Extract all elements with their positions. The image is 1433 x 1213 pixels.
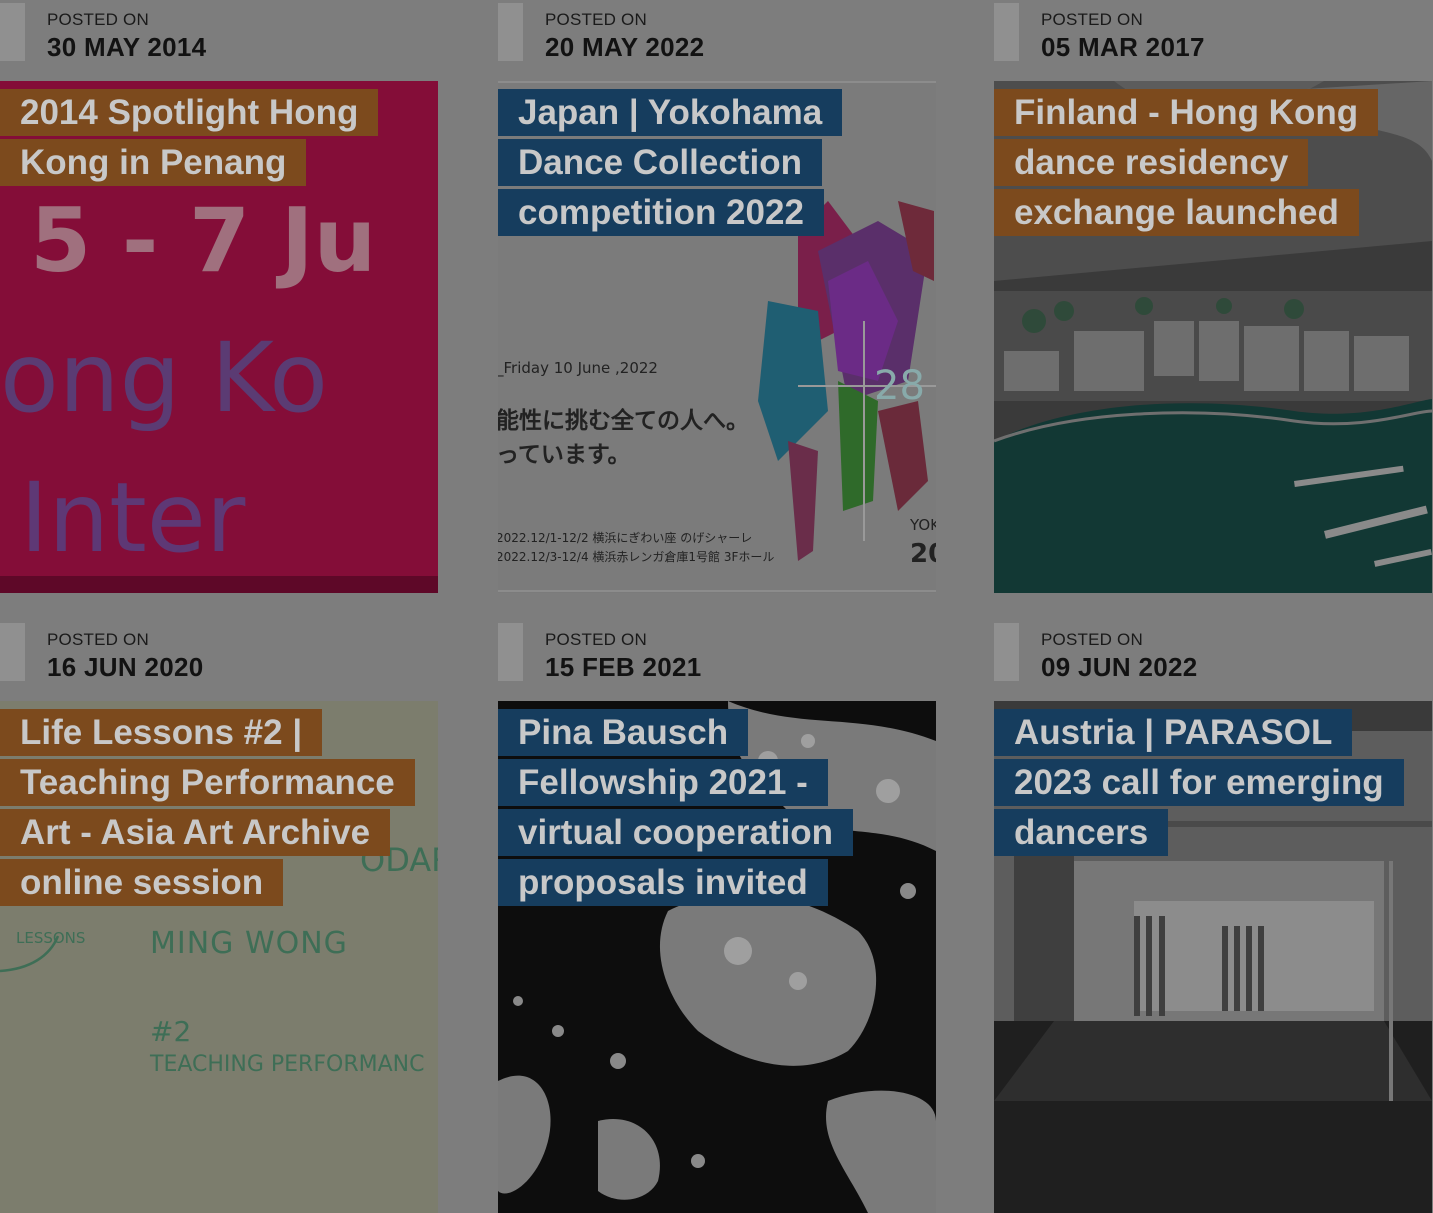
post-title[interactable]: Japan | Yokohama Dance Collection compet…	[498, 89, 843, 236]
post-meta: POSTED ON 20 MAY 2022	[498, 0, 936, 81]
date-accent-bar	[994, 623, 1019, 681]
poster-text: 20	[910, 539, 936, 569]
poster-text: YOK	[909, 516, 936, 534]
post-title[interactable]: Pina Bausch Fellowship 2021 - virtual co…	[498, 709, 854, 906]
poster-text: 28	[874, 363, 925, 409]
post-title-wrap: Finland - Hong Kong dance residency exch…	[994, 88, 1414, 238]
post-thumbnail[interactable]: LESSONS MING WONG #2 TEACHING PERFORMANC…	[0, 701, 438, 1213]
post-title-wrap: Japan | Yokohama Dance Collection compet…	[498, 88, 918, 238]
post-meta: POSTED ON 05 MAR 2017	[994, 0, 1432, 81]
post-date: 05 MAR 2017	[1041, 32, 1205, 62]
post-date: 20 MAY 2022	[545, 32, 705, 62]
post-card[interactable]: POSTED ON 09 JUN 2022 Austria | PARASOL …	[994, 620, 1432, 1213]
post-date: 30 MAY 2014	[47, 32, 207, 62]
post-date: 15 FEB 2021	[545, 652, 702, 682]
card-text: #2	[150, 1015, 191, 1048]
post-thumbnail[interactable]: 5 - 7 Ju ong Ko Inter 2014 Spotlight Hon…	[0, 81, 438, 593]
poster-text: 能性に挑む全ての人へ。	[498, 407, 749, 434]
poster-text: 2022.12/3-12/4 横浜赤レンガ倉庫1号館 3Fホール	[498, 549, 774, 564]
posted-on-label: POSTED ON	[47, 630, 149, 649]
post-thumbnail[interactable]: Finland - Hong Kong dance residency exch…	[994, 81, 1432, 593]
date-accent-bar	[498, 623, 523, 681]
post-meta: POSTED ON 15 FEB 2021	[498, 620, 936, 701]
posted-on-label: POSTED ON	[545, 10, 647, 29]
post-meta: POSTED ON 09 JUN 2022	[994, 620, 1432, 701]
post-title-wrap: Pina Bausch Fellowship 2021 - virtual co…	[498, 708, 918, 908]
post-thumbnail[interactable]: 28 _Friday 10 June ,2022 能性に挑む全ての人へ。 ってい…	[498, 81, 936, 593]
posted-on-label: POSTED ON	[1041, 10, 1143, 29]
post-card[interactable]: POSTED ON 20 MAY 2022 28 _Friday 10 June…	[498, 0, 936, 593]
card-text: LESSONS	[16, 929, 85, 947]
date-accent-bar	[994, 3, 1019, 61]
posted-on-label: POSTED ON	[1041, 630, 1143, 649]
card-text: TEACHING PERFORMANC	[149, 1052, 424, 1077]
date-accent-bar	[498, 3, 523, 61]
poster-text: Inter	[20, 462, 246, 574]
post-card[interactable]: POSTED ON 05 MAR 2017 Finland - Hong Kon…	[994, 0, 1432, 593]
posted-on-label: POSTED ON	[545, 630, 647, 649]
post-card[interactable]: POSTED ON 16 JUN 2020 LESSONS MING WONG …	[0, 620, 438, 1213]
post-card[interactable]: POSTED ON 15 FEB 2021 Pina Bausch Fellow…	[498, 620, 936, 1213]
poster-text: っています。	[498, 442, 631, 468]
post-meta: POSTED ON 16 JUN 2020	[0, 620, 438, 701]
post-date: 09 JUN 2022	[1041, 652, 1198, 682]
poster-text: _Friday 10 June ,2022	[498, 359, 658, 378]
poster-text: 5 - 7 Ju	[30, 189, 376, 292]
posts-grid: POSTED ON 30 MAY 2014 5 - 7 Ju ong Ko In…	[0, 0, 1433, 1213]
post-thumbnail[interactable]: Austria | PARASOL 2023 call for emerging…	[994, 701, 1432, 1213]
date-accent-bar	[0, 3, 25, 61]
card-text: MING WONG	[150, 926, 348, 961]
post-title[interactable]: Life Lessons #2 | Teaching Performance A…	[0, 709, 415, 906]
poster-text: 2022.12/1-12/2 横浜にぎわい座 のげシャーレ	[498, 530, 752, 545]
post-title-wrap: 2014 Spotlight Hong Kong in Penang	[0, 88, 420, 188]
poster-text: ong Ko	[0, 322, 328, 434]
post-meta: POSTED ON 30 MAY 2014	[0, 0, 438, 81]
post-title-wrap: Austria | PARASOL 2023 call for emerging…	[994, 708, 1404, 858]
posted-on-label: POSTED ON	[47, 10, 149, 29]
post-card[interactable]: POSTED ON 30 MAY 2014 5 - 7 Ju ong Ko In…	[0, 0, 438, 593]
post-title[interactable]: Finland - Hong Kong dance residency exch…	[994, 89, 1379, 236]
post-thumbnail[interactable]: Pina Bausch Fellowship 2021 - virtual co…	[498, 701, 936, 1213]
date-accent-bar	[0, 623, 25, 681]
post-title-wrap: Life Lessons #2 | Teaching Performance A…	[0, 708, 415, 908]
post-title[interactable]: Austria | PARASOL 2023 call for emerging…	[994, 709, 1404, 856]
post-title[interactable]: 2014 Spotlight Hong Kong in Penang	[0, 89, 379, 186]
post-date: 16 JUN 2020	[47, 652, 204, 682]
